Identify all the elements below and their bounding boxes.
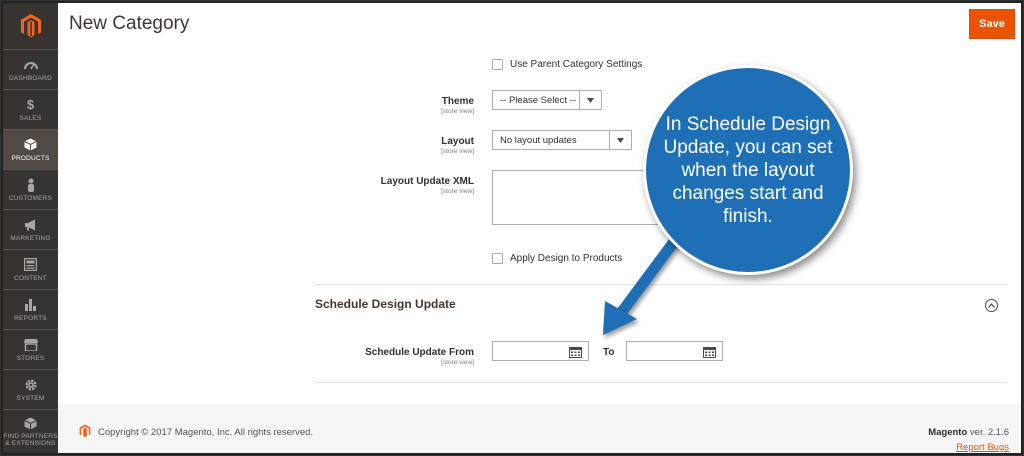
magento-footer-logo-icon (79, 424, 91, 443)
bar-chart-icon (23, 298, 39, 312)
schedule-from-input[interactable] (492, 341, 589, 361)
calendar-icon[interactable] (569, 345, 582, 363)
sidebar-item-label: FIND PARTNERS & EXTENSIONS (3, 433, 58, 447)
person-icon (23, 178, 39, 192)
dashboard-icon (23, 58, 39, 72)
chevron-down-icon (579, 91, 601, 109)
layout-label-text: Layout (441, 136, 474, 147)
layout-xml-scope-text: [store view] (441, 188, 474, 195)
magento-logo-icon (20, 14, 41, 38)
sidebar-item-label: SYSTEM (16, 394, 45, 402)
store-icon (23, 338, 39, 352)
copyright-text: Copyright © 2017 Magento, Inc. All right… (98, 427, 314, 438)
sidebar-item-label: REPORTS (14, 314, 47, 322)
save-button[interactable]: Save (969, 9, 1015, 39)
sidebar-item-reports[interactable]: REPORTS (3, 289, 58, 329)
page-title: New Category (69, 13, 190, 34)
content-icon (23, 258, 39, 272)
sidebar-item-partners[interactable]: FIND PARTNERS & EXTENSIONS (3, 409, 58, 453)
sidebar-item-sales[interactable]: $ SALES (3, 89, 58, 129)
chevron-down-icon (609, 131, 631, 149)
layout-label: Layout [store view] (314, 136, 474, 155)
theme-select[interactable]: -- Please Select -- (492, 90, 602, 110)
callout-text: In Schedule Design Update, you can set w… (663, 113, 833, 227)
schedule-to-label: To (603, 347, 615, 358)
layout-select-value: No layout updates (500, 134, 577, 146)
schedule-scope-text: [store view] (441, 359, 474, 366)
version-brand: Magento (928, 427, 968, 438)
schedule-section-title[interactable]: Schedule Design Update (315, 297, 456, 311)
layout-select[interactable]: No layout updates (492, 130, 632, 150)
megaphone-icon (23, 218, 39, 232)
apply-design-checkbox[interactable] (492, 253, 503, 264)
sidebar-item-content[interactable]: CONTENT (3, 249, 58, 289)
use-parent-settings-checkbox[interactable] (492, 59, 503, 70)
sidebar-item-label: DASHBOARD (9, 74, 52, 82)
sidebar-item-label: SALES (19, 114, 42, 122)
section-divider-bottom (315, 382, 1007, 383)
dollar-icon: $ (26, 97, 35, 112)
schedule-to-input[interactable] (626, 341, 723, 361)
page-header: New Category Save (58, 3, 1021, 49)
schedule-from-label: Schedule Update From [store view] (314, 347, 474, 366)
sidebar-item-stores[interactable]: STORES (3, 329, 58, 369)
sidebar-item-system[interactable]: SYSTEM (3, 369, 58, 409)
version-number: ver. 2.1.6 (969, 427, 1009, 438)
sidebar-item-label: STORES (16, 354, 45, 362)
category-form: Use Parent Category Settings Theme [stor… (58, 49, 1021, 404)
sidebar-item-products[interactable]: PRODUCTS (3, 129, 58, 169)
version-text: Magento ver. 2.1.6 (928, 427, 1009, 438)
calendar-icon[interactable] (703, 345, 716, 363)
theme-label-text: Theme (441, 96, 474, 107)
theme-scope-text: [store view] (441, 108, 474, 115)
layout-xml-label: Layout Update XML [store view] (314, 176, 474, 195)
sidebar-item-dashboard[interactable]: DASHBOARD (3, 49, 58, 89)
schedule-from-label-text: Schedule Update From (365, 347, 474, 358)
callout-bubble: In Schedule Design Update, you can set w… (643, 65, 853, 275)
sidebar-item-label: CONTENT (14, 274, 47, 282)
app-frame: DASHBOARD $ SALES PRODUCTS CUSTOMERS MAR… (1, 1, 1023, 455)
theme-select-value: -- Please Select -- (500, 94, 577, 106)
layout-scope-text: [store view] (441, 148, 474, 155)
cube-icon (23, 138, 39, 152)
theme-label: Theme [store view] (314, 96, 474, 115)
use-parent-settings-label: Use Parent Category Settings (510, 59, 643, 70)
page-footer: Copyright © 2017 Magento, Inc. All right… (58, 404, 1021, 453)
magento-logo[interactable] (3, 3, 58, 49)
sidebar-item-label: MARKETING (10, 234, 51, 242)
report-bugs-link[interactable]: Report Bugs (956, 442, 1009, 453)
sidebar-item-label: PRODUCTS (11, 154, 50, 162)
layout-xml-label-text: Layout Update XML (380, 176, 474, 187)
collapse-chevron-up-icon[interactable] (985, 299, 998, 312)
sidebar-item-label: CUSTOMERS (8, 194, 53, 202)
gear-icon (23, 378, 39, 392)
cube-stack-icon (23, 416, 39, 430)
admin-sidebar: DASHBOARD $ SALES PRODUCTS CUSTOMERS MAR… (3, 3, 58, 453)
sidebar-item-customers[interactable]: CUSTOMERS (3, 169, 58, 209)
sidebar-item-marketing[interactable]: MARKETING (3, 209, 58, 249)
